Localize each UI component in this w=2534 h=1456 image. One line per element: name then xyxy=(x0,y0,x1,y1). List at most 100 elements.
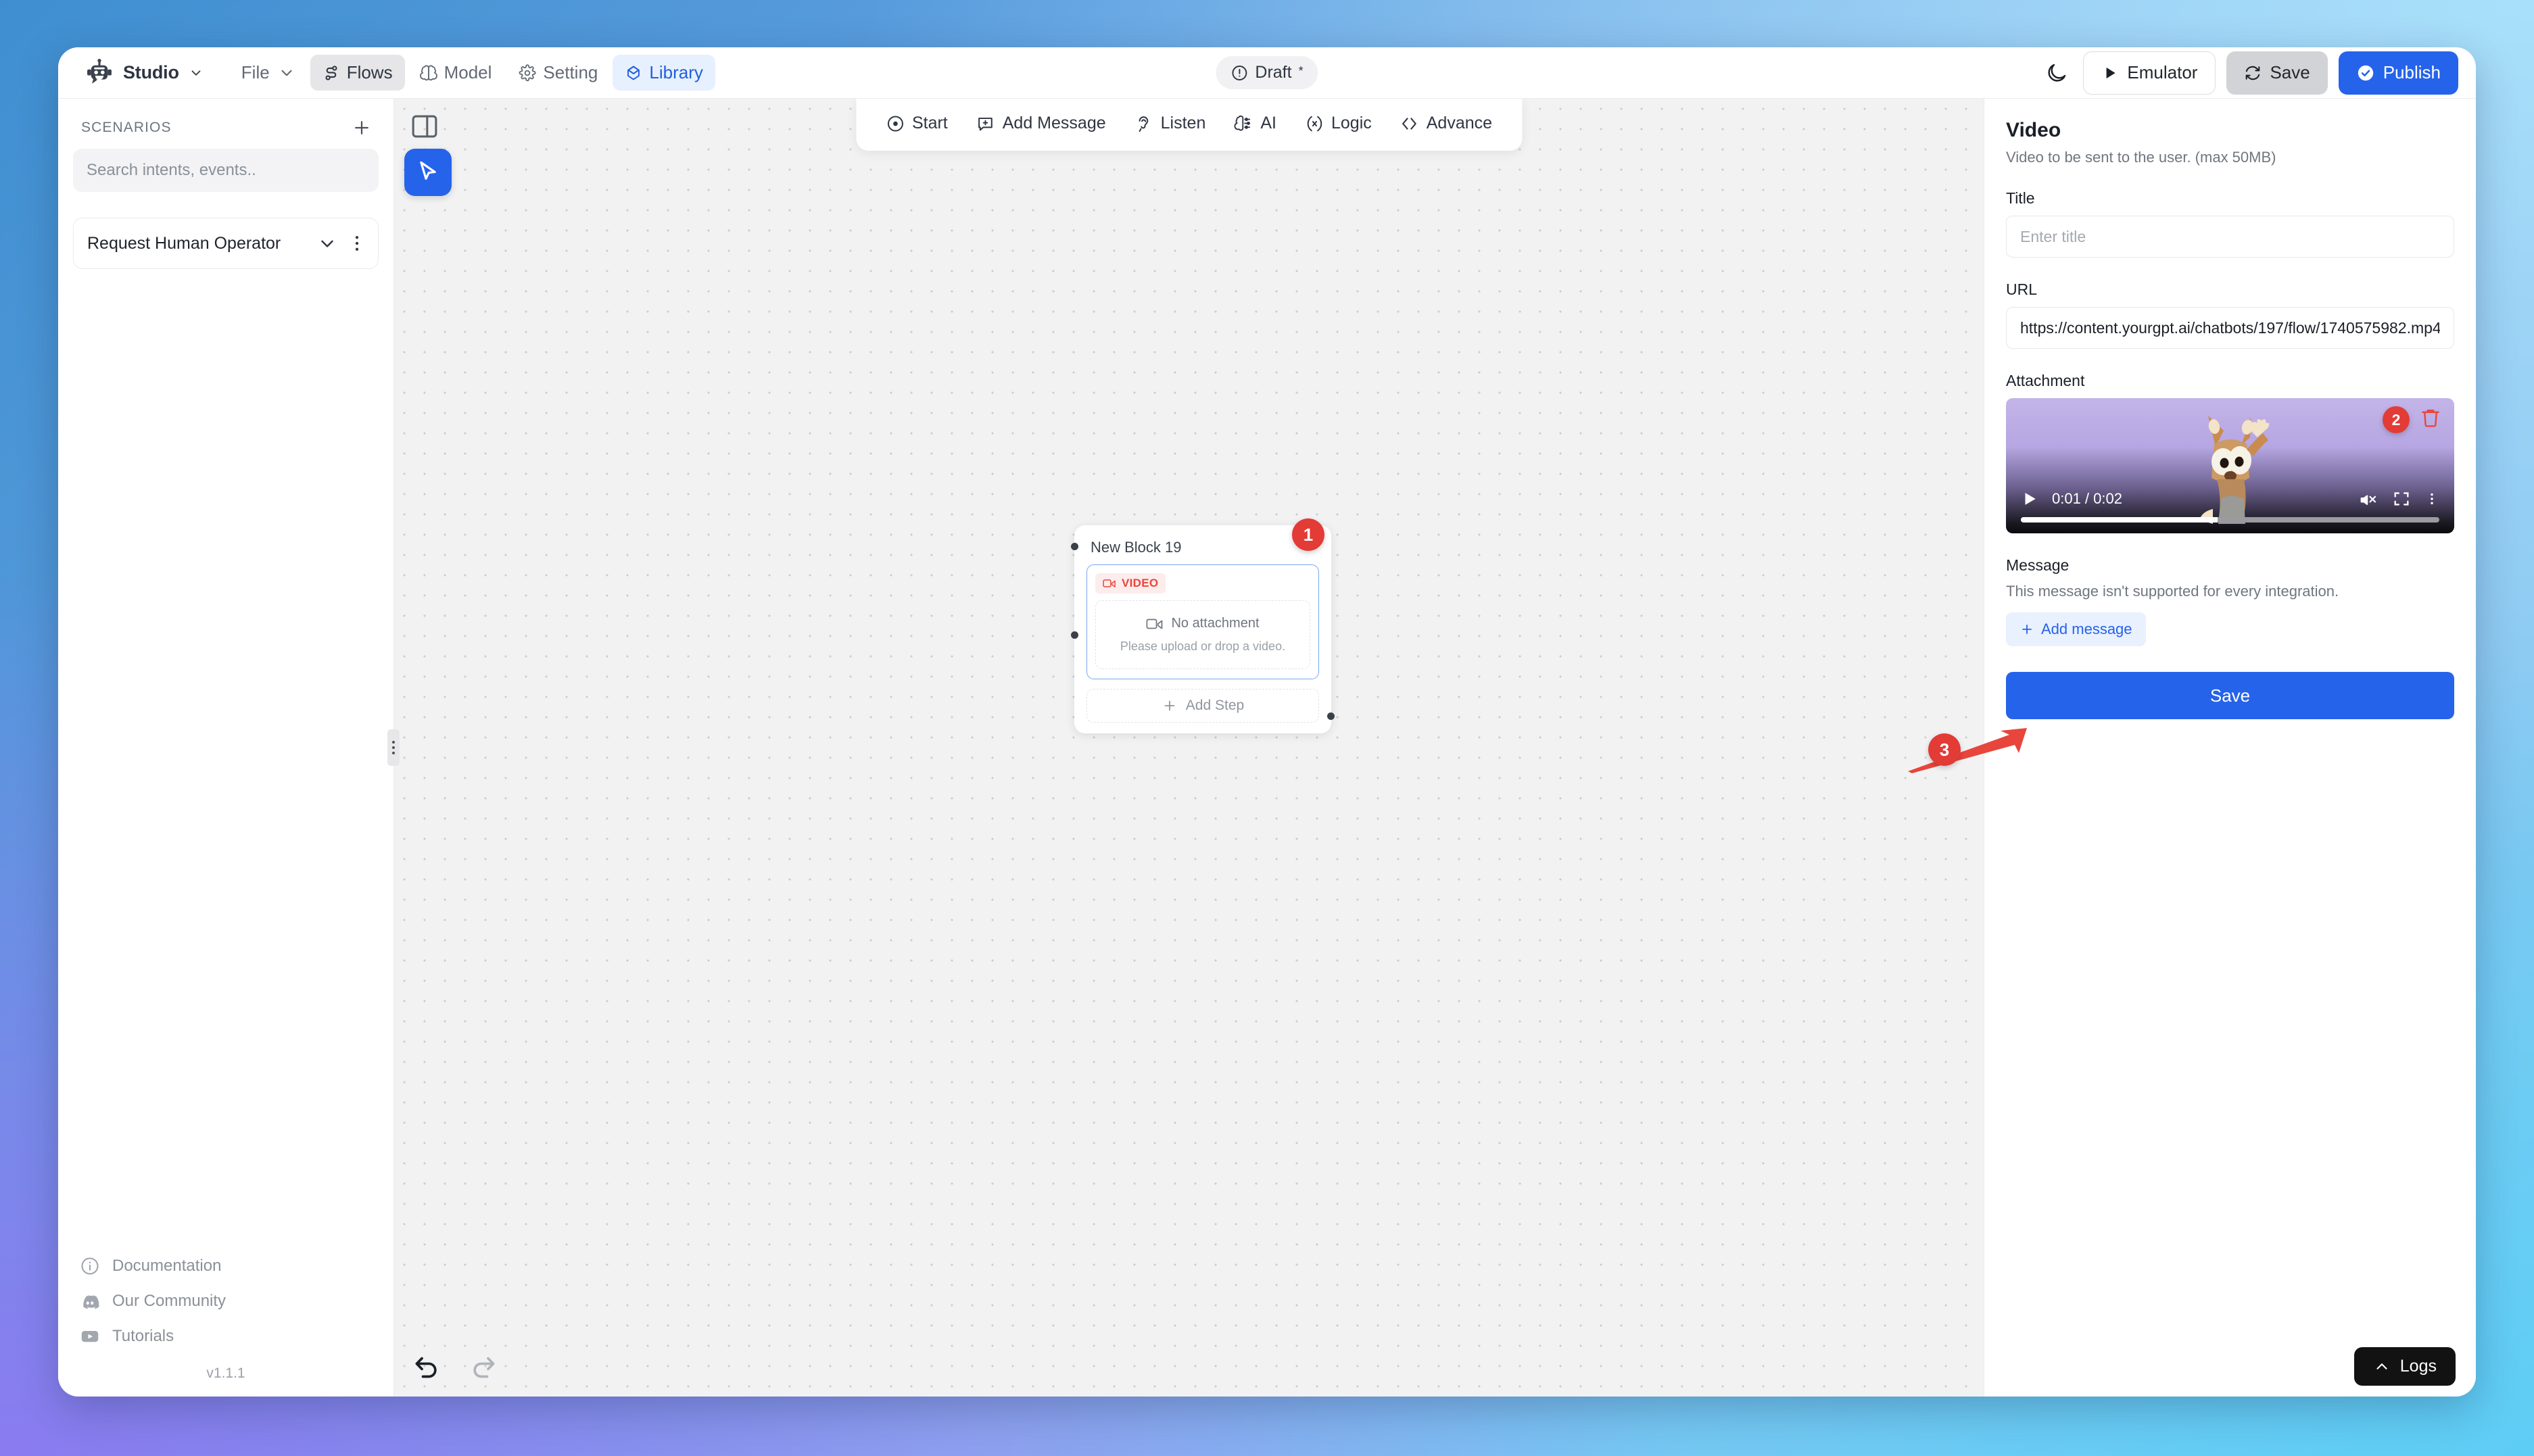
fullscreen-icon[interactable] xyxy=(2392,489,2411,508)
ai-brain-icon xyxy=(1234,115,1251,130)
plus-icon[interactable] xyxy=(352,118,372,138)
add-step-button[interactable]: Add Step xyxy=(1086,689,1319,723)
canvas-toolbar: Start Add Message Listen AI Logic Advanc… xyxy=(855,99,1523,151)
brand-label: Studio xyxy=(123,62,179,82)
library-icon xyxy=(627,65,640,80)
node-port-right-bottom[interactable] xyxy=(1327,712,1335,720)
tool-listen[interactable]: Listen xyxy=(1122,107,1218,140)
flow-node-new-block-19[interactable]: 1 New Block 19 VIDEO No attachment Pleas… xyxy=(1071,518,1335,733)
publish-button[interactable]: Publish xyxy=(2338,51,2458,95)
info-circle-icon xyxy=(81,1257,99,1275)
properties-panel: Video Video to be sent to the user. (max… xyxy=(1984,99,2476,1397)
panel-subtitle: Video to be sent to the user. (max 50MB) xyxy=(2006,149,2276,166)
menu-item-flows[interactable]: Flows xyxy=(310,55,405,91)
tool-label: Add Message xyxy=(1002,114,1106,132)
node-port-left-top[interactable] xyxy=(1071,543,1078,550)
brain-icon xyxy=(419,65,437,80)
panel-save-label: Save xyxy=(2209,685,2251,706)
sidebar-item-label: Our Community xyxy=(112,1292,226,1310)
tool-logic[interactable]: Logic xyxy=(1293,107,1384,140)
save-label: Save xyxy=(2270,62,2310,82)
video-progress-bar[interactable] xyxy=(2021,517,2439,523)
status-badge-draft[interactable]: Draft * xyxy=(1216,56,1318,89)
tool-add-message[interactable]: Add Message xyxy=(964,107,1118,140)
message-plus-icon xyxy=(978,117,993,130)
undo-arrow-icon[interactable] xyxy=(412,1352,441,1382)
chevron-down-icon[interactable] xyxy=(317,233,337,253)
kebab-menu-icon[interactable] xyxy=(2424,489,2439,508)
topbar-actions: Emulator Save Publish xyxy=(2041,51,2458,95)
tool-start[interactable]: Start xyxy=(874,107,960,140)
sidebar-toggle-icon[interactable] xyxy=(409,111,440,142)
cursor-tool-button[interactable] xyxy=(404,149,452,196)
flow-canvas[interactable]: Start Add Message Listen AI Logic Advanc… xyxy=(394,99,1984,1397)
gear-icon xyxy=(519,64,537,81)
alert-circle-icon xyxy=(1232,65,1247,80)
sidebar-item-tutorials[interactable]: Tutorials xyxy=(80,1326,379,1346)
tool-label: Advance xyxy=(1426,114,1493,132)
url-input[interactable]: https://content.yourgpt.ai/chatbots/197/… xyxy=(2006,307,2454,349)
dropzone-title-row: No attachment xyxy=(1103,616,1303,631)
redo-arrow-icon[interactable] xyxy=(469,1352,498,1382)
node-title: New Block 19 xyxy=(1091,539,1182,556)
add-message-label: Add message xyxy=(2041,621,2132,637)
add-message-button[interactable]: Add message xyxy=(2006,612,2146,646)
sidebar-links: Documentation Our Community Tutorials xyxy=(73,1256,379,1351)
logs-button[interactable]: Logs xyxy=(2353,1347,2456,1386)
node-dropzone[interactable]: No attachment Please upload or drop a vi… xyxy=(1095,600,1310,669)
scenario-item-request-human-operator[interactable]: Request Human Operator xyxy=(73,218,379,269)
menu-item-label: Flows xyxy=(346,62,393,82)
title-field-label: Title xyxy=(2006,189,2035,207)
node-step-video[interactable]: VIDEO No attachment Please upload or dro… xyxy=(1086,564,1319,679)
panel-save-button[interactable]: Save xyxy=(2006,672,2454,719)
video-preview[interactable]: 2 0:01 / 0:02 xyxy=(2006,398,2454,533)
menu-item-model[interactable]: Model xyxy=(408,55,504,91)
volume-muted-icon[interactable] xyxy=(2358,489,2378,509)
save-button[interactable]: Save xyxy=(2226,51,2328,95)
main-menu: File Flows Model Setting Library xyxy=(229,55,715,91)
kebab-menu-icon[interactable] xyxy=(347,233,367,253)
ear-icon xyxy=(1139,116,1149,132)
annotation-badge-1: 1 xyxy=(1292,518,1324,551)
code-brackets-icon xyxy=(1402,117,1417,130)
trash-icon[interactable] xyxy=(2419,406,2442,429)
tool-ai[interactable]: AI xyxy=(1222,107,1289,140)
video-camera-icon xyxy=(1103,579,1116,587)
menu-item-setting[interactable]: Setting xyxy=(506,55,610,91)
search-input[interactable]: Search intents, events.. xyxy=(73,149,379,192)
sidebar-resize-handle[interactable] xyxy=(387,729,400,766)
refresh-sync-icon xyxy=(2246,66,2260,80)
theme-toggle-button[interactable] xyxy=(2041,57,2072,89)
tool-label: AI xyxy=(1260,114,1276,132)
scenarios-title: SCENARIOS xyxy=(81,120,172,135)
sidebar-item-our-community[interactable]: Our Community xyxy=(80,1291,379,1311)
annotation-badge-2: 2 xyxy=(2383,406,2410,433)
play-icon[interactable] xyxy=(2021,489,2038,509)
node-port-left-mid[interactable] xyxy=(1071,631,1078,639)
top-bar: Studio File Flows Model Setting Library … xyxy=(58,47,2476,99)
check-circle-icon xyxy=(2358,65,2373,80)
emulator-button[interactable]: Emulator xyxy=(2083,51,2216,95)
video-player-controls: 0:01 / 0:02 xyxy=(2006,489,2454,533)
dropzone-title: No attachment xyxy=(1171,616,1260,631)
plus-icon xyxy=(1164,700,1175,711)
left-sidebar: SCENARIOS Search intents, events.. Reque… xyxy=(58,99,400,1397)
robot-logo-icon xyxy=(87,58,112,84)
publish-label: Publish xyxy=(2383,62,2441,82)
undo-redo-group xyxy=(412,1352,498,1382)
menu-item-label: File xyxy=(241,62,270,82)
chevron-down-icon xyxy=(191,70,201,76)
add-step-label: Add Step xyxy=(1185,698,1245,713)
brand-studio-menu[interactable]: Studio xyxy=(78,55,210,91)
sidebar-item-documentation[interactable]: Documentation xyxy=(80,1256,379,1276)
tool-advance[interactable]: Advance xyxy=(1388,107,1504,140)
url-input-value: https://content.yourgpt.ai/chatbots/197/… xyxy=(2020,318,2440,337)
panel-title: Video xyxy=(2006,119,2061,141)
menu-item-library[interactable]: Library xyxy=(613,55,715,91)
status-marker: * xyxy=(1298,64,1304,78)
menu-item-label: Library xyxy=(649,62,703,82)
app-window: Studio File Flows Model Setting Library … xyxy=(58,47,2476,1397)
menu-item-file[interactable]: File xyxy=(229,55,308,91)
message-label: Message xyxy=(2006,556,2070,574)
title-input[interactable]: Enter title xyxy=(2006,216,2454,258)
